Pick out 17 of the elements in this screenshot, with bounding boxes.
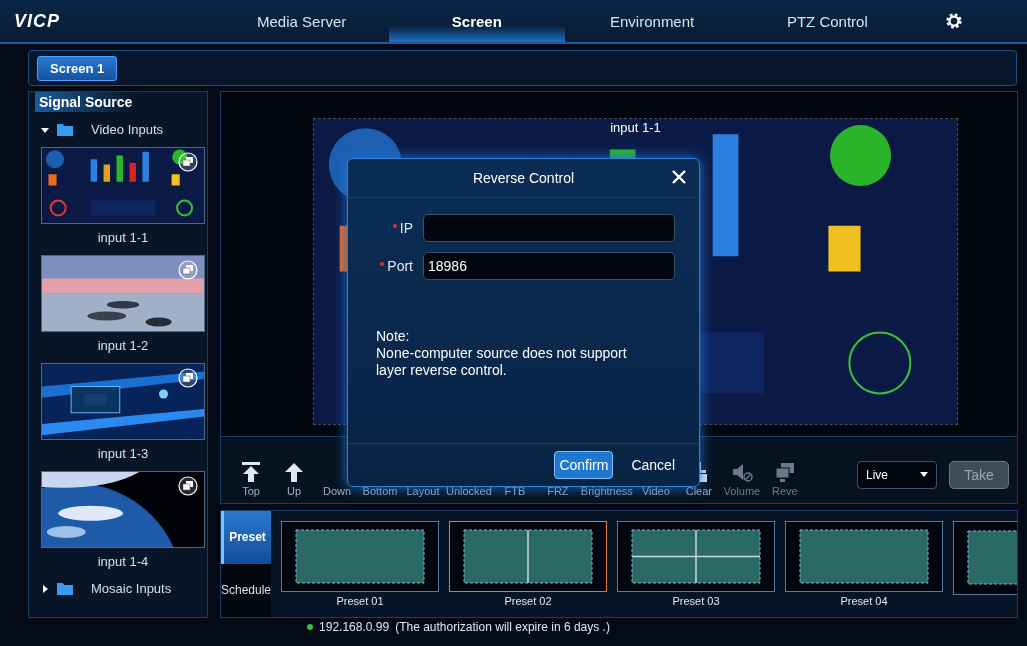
- preset-label: Preset 04: [840, 595, 888, 607]
- dialog-title: Reverse Control: [472, 170, 575, 186]
- status-message: (The authorization will expire in 6 days .): [395, 619, 610, 634]
- ip-address: 192.168.0.99: [319, 619, 390, 634]
- preset-label: Preset 02: [504, 595, 552, 607]
- source-label: input 1-4: [97, 554, 149, 569]
- preset-label: Preset 01: [336, 595, 384, 607]
- note-title: Note:: [376, 328, 411, 345]
- source-label: input 1-3: [97, 446, 149, 461]
- logo: VICP: [14, 10, 61, 32]
- source-label: input 1-1: [97, 230, 149, 245]
- source-label: input 1-2: [97, 338, 149, 353]
- layer-label: input 1-1: [609, 120, 662, 135]
- preset-label: Preset 03: [672, 595, 720, 607]
- field-label: Port: [387, 258, 413, 274]
- note-text: None-computer source does not support layer reverse control.: [376, 345, 628, 379]
- field-label: IP: [399, 220, 413, 236]
